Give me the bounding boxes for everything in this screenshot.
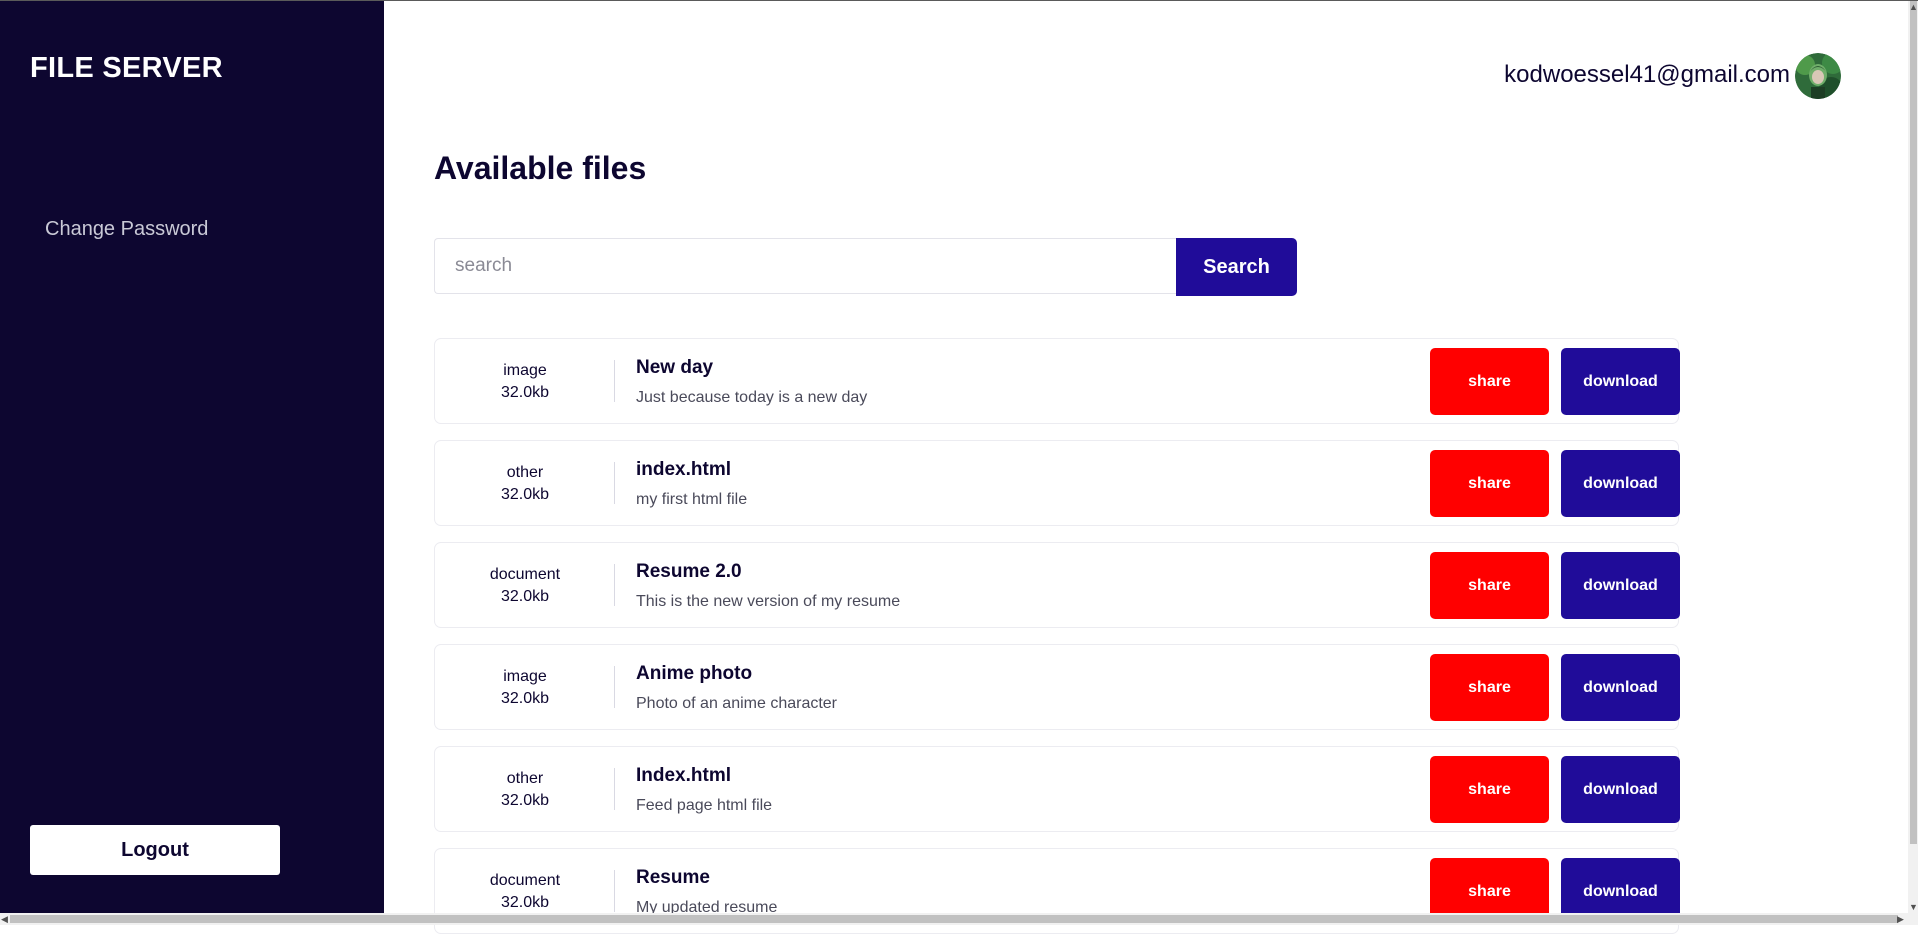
file-description: Feed page html file <box>636 797 773 814</box>
divider <box>614 360 615 402</box>
file-type: other <box>506 464 544 481</box>
share-button[interactable]: share <box>1430 348 1549 415</box>
scroll-down-icon[interactable]: ▼ <box>1909 901 1918 913</box>
scroll-up-icon[interactable]: ▲ <box>1909 1 1918 13</box>
horizontal-scroll-thumb[interactable] <box>10 915 1898 923</box>
logout-button[interactable]: Logout <box>30 825 280 875</box>
file-description: Photo of an anime character <box>636 695 838 712</box>
vertical-scroll-thumb[interactable] <box>1910 1 1917 844</box>
download-button[interactable]: download <box>1561 654 1680 721</box>
file-size: 32.0kb <box>500 690 550 707</box>
file-description: my first html file <box>636 491 748 508</box>
file-type: image <box>503 668 547 685</box>
download-button[interactable]: download <box>1561 450 1680 517</box>
divider <box>614 564 615 606</box>
sidebar-item-change-password[interactable]: Change Password <box>45 218 208 241</box>
file-meta: document 32.0kb <box>435 543 615 629</box>
divider <box>614 768 615 810</box>
file-size: 32.0kb <box>500 384 550 401</box>
brand-title: FILE SERVER <box>30 52 223 84</box>
file-size: 32.0kb <box>500 792 550 809</box>
file-type: document <box>489 872 561 889</box>
file-size: 32.0kb <box>500 894 550 911</box>
file-description: This is the new version of my resume <box>636 593 901 610</box>
file-type: image <box>503 362 547 379</box>
file-meta: image 32.0kb <box>435 645 615 731</box>
user-email: kodwoessel41@gmail.com <box>1504 61 1790 88</box>
file-title: index.html <box>636 459 732 480</box>
divider <box>614 462 615 504</box>
file-title: Resume 2.0 <box>636 561 742 582</box>
avatar[interactable] <box>1795 53 1841 99</box>
download-button[interactable]: download <box>1561 756 1680 823</box>
share-button[interactable]: share <box>1430 756 1549 823</box>
search-input[interactable] <box>434 238 1178 294</box>
file-card: image 32.0kb Anime photo Photo of an ani… <box>434 644 1680 731</box>
file-meta: other 32.0kb <box>435 747 615 833</box>
file-description: Just because today is a new day <box>636 389 868 406</box>
divider <box>614 870 615 912</box>
file-card: other 32.0kb Index.html Feed page html f… <box>434 746 1680 833</box>
user-avatar-icon <box>1795 53 1841 99</box>
share-button[interactable]: share <box>1430 552 1549 619</box>
file-size: 32.0kb <box>500 588 550 605</box>
file-type: document <box>489 566 561 583</box>
divider <box>614 666 615 708</box>
file-title: Anime photo <box>636 663 753 684</box>
scroll-right-icon[interactable]: ▶ <box>1897 913 1904 925</box>
file-title: New day <box>636 357 714 378</box>
search-button[interactable]: Search <box>1176 238 1297 296</box>
sidebar: FILE SERVER Change Password Logout <box>0 1 384 925</box>
file-meta: image 32.0kb <box>435 339 615 425</box>
scroll-left-icon[interactable]: ◀ <box>1 913 8 925</box>
file-type: other <box>506 770 544 787</box>
file-card: document 32.0kb Resume 2.0 This is the n… <box>434 542 1680 629</box>
download-button[interactable]: download <box>1561 348 1680 415</box>
file-card: other 32.0kb index.html my first html fi… <box>434 440 1680 527</box>
file-title: Index.html <box>636 765 732 786</box>
page-title: Available files <box>434 150 647 186</box>
file-list: image 32.0kb New day Just because today … <box>434 338 1680 950</box>
download-button[interactable]: download <box>1561 552 1680 619</box>
file-size: 32.0kb <box>500 486 550 503</box>
share-button[interactable]: share <box>1430 654 1549 721</box>
share-button[interactable]: share <box>1430 450 1549 517</box>
file-title: Resume <box>636 867 710 888</box>
file-card: image 32.0kb New day Just because today … <box>434 338 1680 425</box>
file-meta: other 32.0kb <box>435 441 615 527</box>
